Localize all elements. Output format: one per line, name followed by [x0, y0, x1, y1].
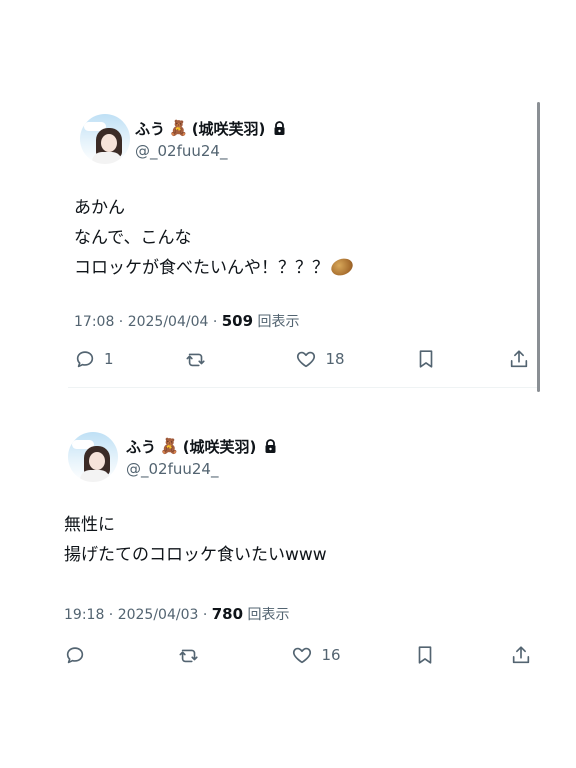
share-icon [510, 350, 528, 368]
heart-icon [297, 351, 316, 368]
like-button[interactable]: 18 [295, 348, 345, 370]
bookmark-button[interactable] [414, 644, 436, 666]
author-handle[interactable]: @_02fuu24_ [135, 142, 227, 160]
author-name-row[interactable]: ふう 🧸 (城咲芙羽) [126, 436, 277, 457]
tweet-text-line: なんで、こんな [74, 228, 192, 248]
reply-count: 1 [104, 350, 114, 368]
tweet-text-line: コロッケが食べたいんや！？？？ [74, 258, 329, 278]
bookmark-icon [418, 646, 432, 664]
heart-icon [293, 647, 312, 664]
display-name-suffix[interactable]: (城咲芙羽) [183, 436, 257, 457]
tweet-meta: 17:08 · 2025/04/04 · 509 回表示 [74, 311, 300, 331]
views-label: 回表示 [247, 607, 290, 623]
views-label: 回表示 [257, 314, 300, 330]
tweet-divider [68, 387, 538, 388]
bookmark-icon [419, 350, 433, 368]
avatar[interactable] [80, 114, 130, 164]
bookmark-button[interactable] [415, 348, 437, 370]
tweet-text-line: 無性に [64, 515, 115, 535]
display-name[interactable]: ふう [135, 118, 165, 139]
author-name-row[interactable]: ふう 🧸 (城咲芙羽) [135, 118, 286, 139]
tweet-text: 無性に 揚げたてのコロッケ食いたいwww [64, 510, 327, 570]
tweet-text: あかん なんで、こんな コロッケが食べたいんや！？？？ [74, 193, 356, 283]
tweet-meta: 19:18 · 2025/04/03 · 780 回表示 [64, 604, 290, 624]
scrollbar[interactable] [537, 102, 540, 392]
author-handle[interactable]: @_02fuu24_ [126, 460, 218, 478]
like-button[interactable]: 16 [291, 644, 341, 666]
lock-icon [265, 439, 276, 453]
timestamp[interactable]: 17:08 · 2025/04/04 · [74, 314, 222, 330]
tweet-text-line: あかん [74, 198, 125, 218]
teddy-bear-emoji: 🧸 [160, 437, 179, 455]
like-count: 16 [321, 646, 341, 664]
view-count: 509 [221, 312, 254, 330]
teddy-bear-emoji: 🧸 [169, 119, 188, 137]
lock-icon [274, 121, 285, 135]
reply-button[interactable] [64, 644, 104, 666]
share-button[interactable] [510, 644, 532, 666]
tweet-actions: 16 [64, 644, 532, 666]
retweet-button[interactable] [178, 644, 218, 666]
timestamp[interactable]: 19:18 · 2025/04/03 · [64, 607, 212, 623]
retweet-button[interactable] [185, 348, 225, 370]
reply-button[interactable]: 1 [74, 348, 114, 370]
share-icon [512, 646, 530, 664]
tweet-actions: 1 18 [74, 348, 530, 370]
retweet-icon [186, 353, 205, 367]
share-button[interactable] [508, 348, 530, 370]
reply-icon [76, 351, 94, 368]
reply-icon [66, 647, 84, 664]
like-count: 18 [325, 350, 345, 368]
avatar[interactable] [68, 432, 118, 482]
potato-emoji [328, 255, 356, 279]
retweet-icon [179, 649, 198, 663]
display-name-suffix[interactable]: (城咲芙羽) [192, 118, 266, 139]
tweet-text-line: 揚げたてのコロッケ食いたいwww [64, 545, 327, 565]
tweet-card[interactable]: ふう 🧸 (城咲芙羽) @_02fuu24_ 無性に 揚げたてのコロッケ食いたい… [56, 418, 546, 708]
view-count: 780 [211, 605, 244, 623]
display-name[interactable]: ふう [126, 436, 156, 457]
tweet-card[interactable]: ふう 🧸 (城咲芙羽) @_02fuu24_ あかん なんで、こんな コロッケが… [68, 100, 538, 388]
